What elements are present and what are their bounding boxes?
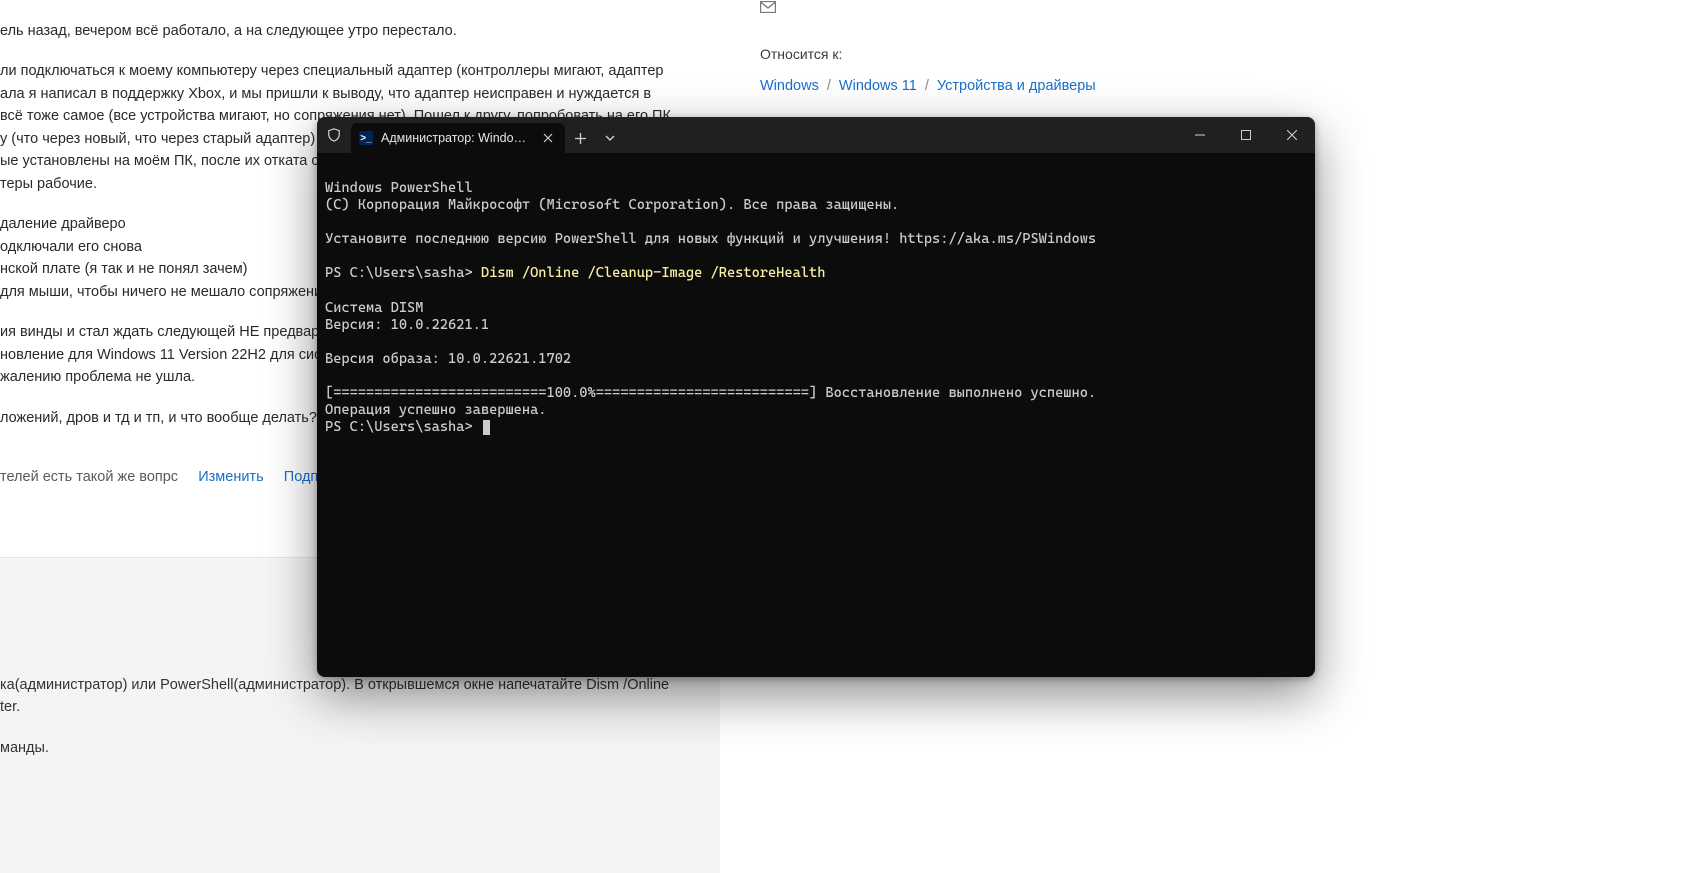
applies-to-label: Относится к: bbox=[760, 46, 1460, 62]
terminal-line: Операция успешно завершена. bbox=[325, 402, 546, 418]
titlebar[interactable]: >_ Администратор: Windows Pc bbox=[317, 117, 1315, 153]
maximize-button[interactable] bbox=[1223, 119, 1269, 151]
terminal-body[interactable]: Windows PowerShell (C) Корпорация Майкро… bbox=[317, 153, 1315, 677]
paragraph: ель назад, вечером всё работало, а на сл… bbox=[0, 20, 700, 42]
breadcrumb-current[interactable]: Устройства и драйверы bbox=[937, 78, 1096, 94]
terminal-prompt-line: PS C:\Users\sasha> bbox=[325, 419, 490, 435]
prompt-prefix: PS C:\Users\sasha> bbox=[325, 265, 481, 281]
terminal-line: Установите последнюю версию PowerShell д… bbox=[325, 231, 1096, 247]
terminal-line: Версия: 10.0.22621.1 bbox=[325, 317, 489, 333]
paragraph: манды. bbox=[0, 737, 700, 759]
command-text: Dism /Online /Cleanup-Image /RestoreHeal… bbox=[481, 265, 826, 281]
close-button[interactable] bbox=[1269, 119, 1315, 151]
breadcrumb-separator: / bbox=[921, 78, 933, 94]
tab-close-button[interactable] bbox=[539, 128, 557, 148]
paragraph: ка(администратор) или PowerShell(админис… bbox=[0, 674, 700, 719]
terminal-line: [==========================100.0%=======… bbox=[325, 385, 1096, 401]
minimize-button[interactable] bbox=[1177, 119, 1223, 151]
terminal-line: Cистема DISM bbox=[325, 300, 423, 316]
same-question-text: телей есть такой же вопрс bbox=[0, 469, 178, 485]
terminal-line: Windows PowerShell bbox=[325, 180, 473, 196]
powershell-icon: >_ bbox=[359, 131, 373, 145]
terminal-window[interactable]: >_ Администратор: Windows Pc Windows Pow… bbox=[317, 117, 1315, 677]
window-controls bbox=[1177, 119, 1315, 151]
breadcrumb-link[interactable]: Windows bbox=[760, 78, 819, 94]
answer-content: ка(администратор) или PowerShell(админис… bbox=[0, 674, 700, 777]
edit-link[interactable]: Изменить bbox=[198, 469, 263, 485]
prompt-prefix: PS C:\Users\sasha> bbox=[325, 419, 481, 435]
mail-icon[interactable] bbox=[760, 0, 1460, 18]
tab-title: Администратор: Windows Pc bbox=[381, 131, 531, 145]
breadcrumb: Windows / Windows 11 / Устройства и драй… bbox=[760, 78, 1460, 94]
shield-icon bbox=[327, 128, 341, 142]
terminal-prompt-line: PS C:\Users\sasha> Dism /Online /Cleanup… bbox=[325, 265, 825, 281]
new-tab-button[interactable] bbox=[565, 123, 595, 153]
cursor bbox=[483, 420, 490, 435]
breadcrumb-separator: / bbox=[823, 78, 835, 94]
terminal-tab[interactable]: >_ Администратор: Windows Pc bbox=[351, 123, 565, 153]
breadcrumb-link[interactable]: Windows 11 bbox=[839, 78, 917, 94]
terminal-line: (C) Корпорация Майкрософт (Microsoft Cor… bbox=[325, 197, 899, 213]
sidebar-column: Относится к: Windows / Windows 11 / Устр… bbox=[760, 0, 1460, 94]
terminal-line: Версия образа: 10.0.22621.1702 bbox=[325, 351, 571, 367]
tab-dropdown-button[interactable] bbox=[595, 123, 625, 153]
